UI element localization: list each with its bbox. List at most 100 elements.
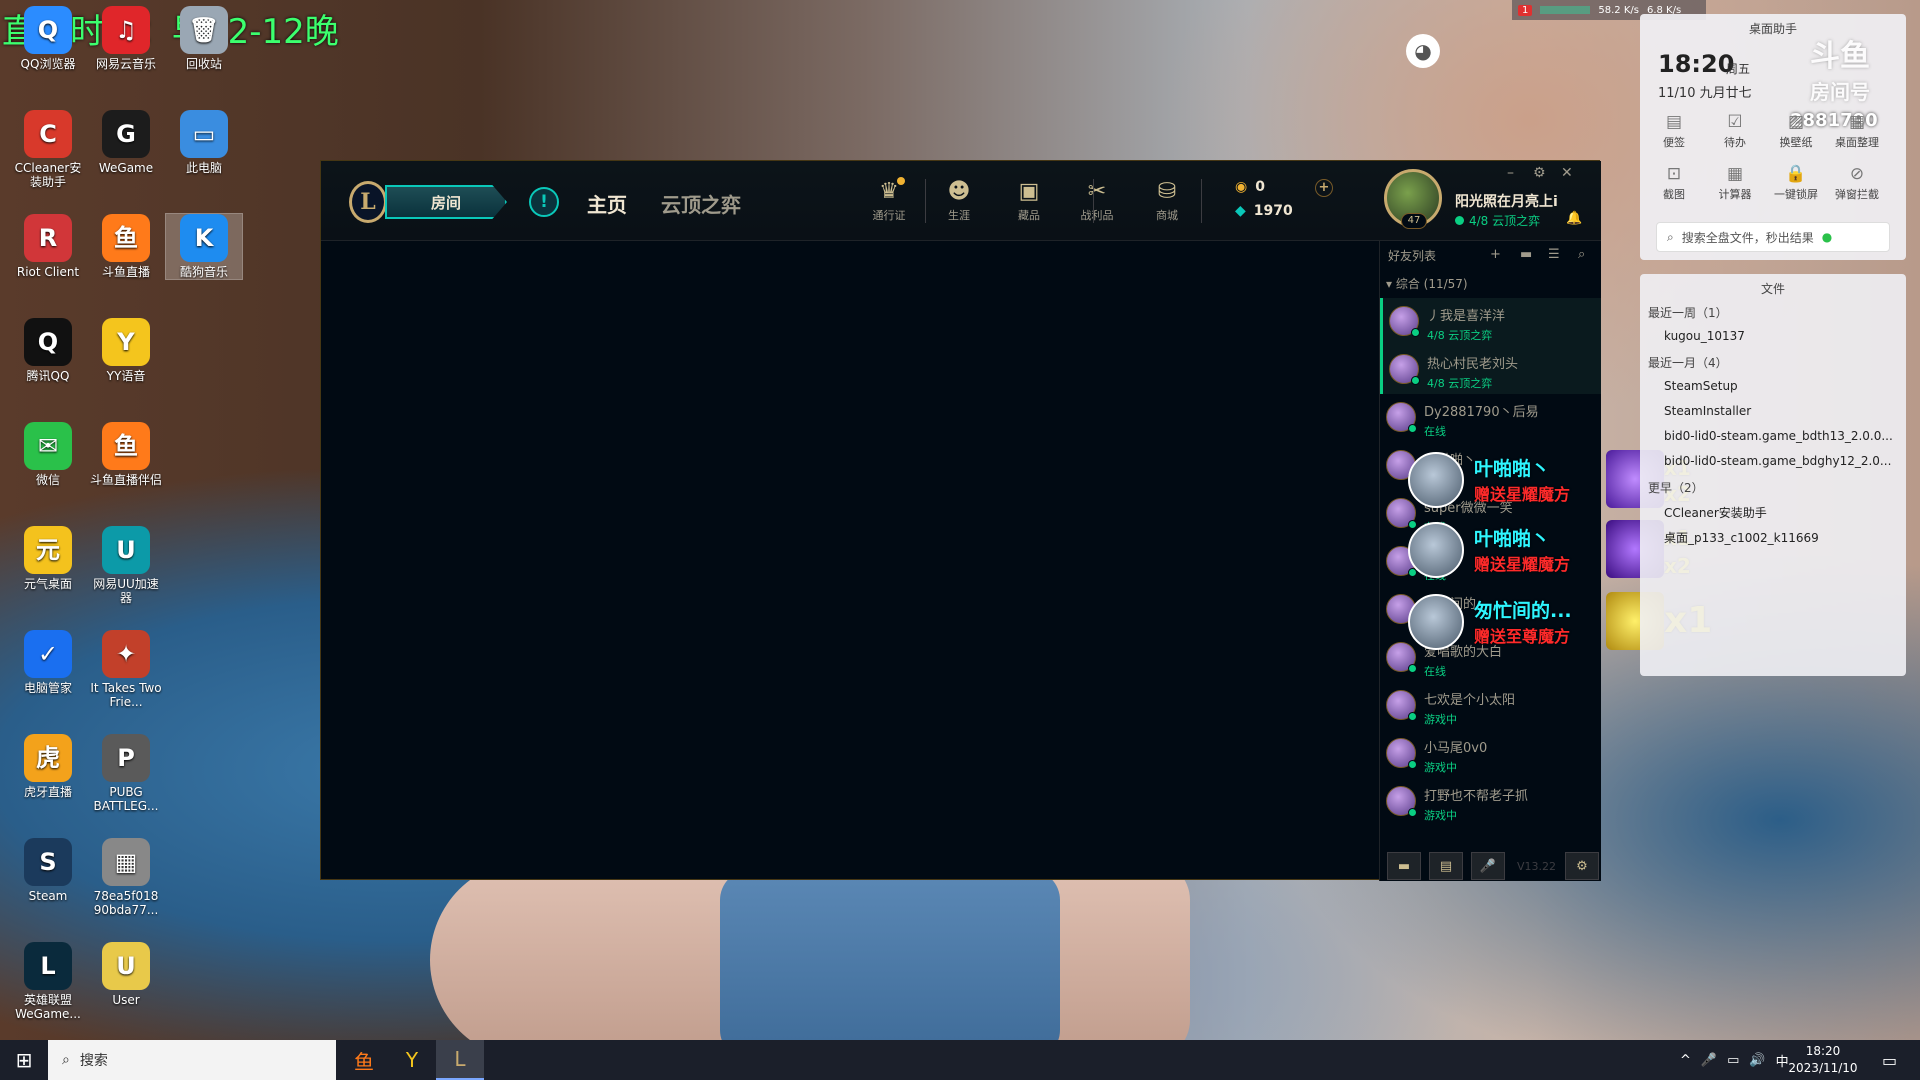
start-button[interactable]: ⊞ bbox=[0, 1040, 48, 1080]
nav-loot-button[interactable]: ✂ 战利品 bbox=[1069, 179, 1125, 223]
blue-essence-icon: ◆ bbox=[1235, 203, 1246, 219]
desktop-icon[interactable]: Q QQ浏览器 bbox=[10, 6, 86, 71]
desktop-icon[interactable]: ♫ 网易云音乐 bbox=[88, 6, 164, 71]
desktop-icon[interactable]: ✦ It Takes Two Frie... bbox=[88, 630, 164, 709]
desktop-icon[interactable]: S Steam bbox=[10, 838, 86, 903]
friend-item[interactable]: 热心村民老刘头 4/8 云顶之弈 bbox=[1380, 346, 1601, 394]
file-item[interactable]: bid0-lid0-steam.game_bdghy12_2.0... bbox=[1664, 454, 1891, 468]
file-item[interactable]: kugou_10137 bbox=[1664, 329, 1745, 343]
desktop-icon[interactable]: Y YY语音 bbox=[88, 318, 164, 383]
friend-item[interactable]: Dy2881790丶后易 在线 bbox=[1380, 394, 1601, 442]
desktop-icon[interactable]: P PUBG BATTLEG... bbox=[88, 734, 164, 813]
help-icon[interactable]: ⚙ bbox=[1565, 852, 1599, 880]
list-view-icon[interactable]: ☰ bbox=[1548, 247, 1560, 262]
collection-icon: ▣ bbox=[1018, 179, 1040, 204]
volume-icon[interactable]: 🔊 bbox=[1749, 1053, 1765, 1068]
add-friend-icon[interactable]: + bbox=[1490, 247, 1501, 262]
desktop-icon[interactable]: ▭ 此电脑 bbox=[166, 110, 242, 175]
widget-tool-button[interactable]: ▦ 桌面整理 bbox=[1827, 112, 1887, 150]
gift-sender-avatar bbox=[1408, 594, 1464, 650]
desktop-assistant-widget: 桌面助手 18:20 周五 11/10 九月廿七 斗鱼 房间号 2881790 ▤… bbox=[1640, 14, 1906, 260]
minimize-button[interactable]: – bbox=[1507, 165, 1514, 181]
friends-group-header[interactable]: ▾ 综合 (11/57) bbox=[1380, 269, 1601, 298]
app-icon: ▭ bbox=[180, 110, 228, 158]
widget-tool-button[interactable]: ⊘ 弹窗拦截 bbox=[1827, 164, 1887, 202]
be-value: 1970 bbox=[1253, 203, 1293, 219]
widget-tool-button[interactable]: ▨ 换壁纸 bbox=[1766, 112, 1826, 150]
taskbar-clock[interactable]: 18:20 2023/11/10 bbox=[1778, 1043, 1868, 1077]
file-item[interactable]: bid0-lid0-steam.game_bdth13_2.0.0... bbox=[1664, 429, 1893, 443]
nav-collection-button[interactable]: ▣ 藏品 bbox=[1001, 179, 1057, 223]
desktop-icon[interactable]: 🗑 回收站 bbox=[166, 6, 242, 71]
friend-item[interactable]: 小马尾0v0 游戏中 bbox=[1380, 730, 1601, 778]
notification-bell-icon[interactable]: 🔔 bbox=[1566, 211, 1582, 226]
desktop-icon[interactable]: C CCleaner安装助手 bbox=[10, 110, 86, 189]
lol-taskbar-icon[interactable]: L bbox=[436, 1040, 484, 1080]
friend-item[interactable]: 丿我是喜洋洋 4/8 云顶之弈 bbox=[1380, 298, 1601, 346]
app-icon: P bbox=[102, 734, 150, 782]
alert-icon[interactable]: ! bbox=[529, 187, 559, 217]
widget-tool-button[interactable]: ⊡ 截图 bbox=[1644, 164, 1704, 202]
widget-tool-button[interactable]: ▦ 计算器 bbox=[1705, 164, 1765, 202]
file-section-label[interactable]: 更早（2） bbox=[1648, 479, 1704, 496]
microphone-icon[interactable]: 🎤 bbox=[1701, 1053, 1717, 1068]
desktop-icon[interactable]: R Riot Client bbox=[10, 214, 86, 279]
app-icon: K bbox=[180, 214, 228, 262]
search-icon: ⌕ bbox=[1667, 229, 1674, 244]
file-item[interactable]: CCleaner安装助手 bbox=[1664, 504, 1767, 521]
nav-profile-button[interactable]: ☻ 生涯 bbox=[931, 179, 987, 223]
desktop-icon[interactable]: U User bbox=[88, 942, 164, 1007]
desktop-icon[interactable]: K 酷狗音乐 bbox=[165, 213, 243, 280]
widget-tool-button[interactable]: ▤ 便签 bbox=[1644, 112, 1704, 150]
desktop-icon[interactable]: G WeGame bbox=[88, 110, 164, 175]
desktop-icon[interactable]: 元元气桌面 bbox=[10, 526, 86, 591]
file-item[interactable]: 桌面_p133_c1002_k11669 bbox=[1664, 529, 1819, 546]
file-item[interactable]: SteamSetup bbox=[1664, 379, 1738, 393]
taskbar-search-input[interactable]: ⌕ 搜索 bbox=[48, 1040, 336, 1080]
desktop-icon[interactable]: Q 腾讯QQ bbox=[10, 318, 86, 383]
desktop-icon[interactable]: 虎虎牙直播 bbox=[10, 734, 86, 799]
tab-tft[interactable]: 云顶之弈 bbox=[661, 189, 741, 218]
lol-logo-icon[interactable]: L bbox=[349, 181, 387, 223]
settings-gear-icon[interactable]: ⚙ bbox=[1533, 165, 1546, 181]
desktop-icon[interactable]: L 英雄联盟WeGame... bbox=[10, 942, 86, 1021]
friend-status: 游戏中 bbox=[1424, 809, 1457, 822]
nav-label: 商城 bbox=[1156, 209, 1178, 222]
buy-rp-button[interactable]: + bbox=[1315, 179, 1333, 197]
status-dot bbox=[1455, 216, 1464, 225]
network-icon[interactable]: ▭ bbox=[1727, 1053, 1739, 1068]
widget-tool-button[interactable]: 🔒 一键锁屏 bbox=[1766, 164, 1826, 202]
close-button[interactable]: ✕ bbox=[1561, 165, 1573, 181]
play-button[interactable]: 房间 bbox=[385, 185, 507, 219]
desktop-icon[interactable]: ✓ 电脑管家 bbox=[10, 630, 86, 695]
notification-center-icon[interactable]: ▭ bbox=[1882, 1040, 1897, 1080]
search-icon[interactable]: ⌕ bbox=[1578, 247, 1585, 262]
desktop-icon[interactable]: ▦ 78ea5f018 90bda77... bbox=[88, 838, 164, 917]
folder-icon[interactable]: ▬ bbox=[1520, 247, 1532, 262]
desktop-icon[interactable]: U 网易UU加速器 bbox=[88, 526, 164, 605]
nav-store-button[interactable]: ⛁ 商城 bbox=[1139, 179, 1195, 223]
file-search-input[interactable]: ⌕ 搜索全盘文件，秒出结果 ● bbox=[1656, 222, 1890, 252]
widget-tool-button[interactable]: ☑ 待办 bbox=[1705, 112, 1765, 150]
file-section-label[interactable]: 最近一月（4） bbox=[1648, 354, 1728, 371]
file-section-label[interactable]: 最近一周（1） bbox=[1648, 304, 1728, 321]
desktop-icon[interactable]: 鱼斗鱼直播 bbox=[88, 214, 164, 279]
chat-icon[interactable]: ▬ bbox=[1387, 852, 1421, 880]
friend-item[interactable]: 七欢是个小太阳 游戏中 bbox=[1380, 682, 1601, 730]
file-item[interactable]: SteamInstaller bbox=[1664, 404, 1751, 418]
yy-taskbar-icon[interactable]: Y bbox=[388, 1040, 436, 1080]
nav-pass-button[interactable]: ♛ 通行证 bbox=[861, 177, 917, 223]
desktop-icon[interactable]: 鱼斗鱼直播伴侣 bbox=[88, 422, 164, 487]
friend-item[interactable]: 打野也不帮老子抓 游戏中 bbox=[1380, 778, 1601, 826]
desktop-icon-label: 电脑管家 bbox=[23, 681, 72, 695]
friends-header: 好友列表 + ▬ ☰ ⌕ bbox=[1380, 241, 1601, 269]
player-status[interactable]: 4/8 云顶之弈 bbox=[1455, 212, 1540, 229]
douyu-taskbar-icon[interactable]: 鱼 bbox=[340, 1040, 388, 1080]
clash-icon[interactable]: ▤ bbox=[1429, 852, 1463, 880]
voice-mic-icon[interactable]: 🎤 bbox=[1471, 852, 1505, 880]
show-hidden-icons[interactable]: ^ bbox=[1680, 1053, 1691, 1068]
tab-home[interactable]: 主页 bbox=[587, 189, 627, 218]
player-name: 阳光照在月亮上i bbox=[1455, 194, 1558, 210]
desktop-icon[interactable]: ✉ 微信 bbox=[10, 422, 86, 487]
cat-widget-icon[interactable]: ◕ bbox=[1406, 34, 1440, 68]
